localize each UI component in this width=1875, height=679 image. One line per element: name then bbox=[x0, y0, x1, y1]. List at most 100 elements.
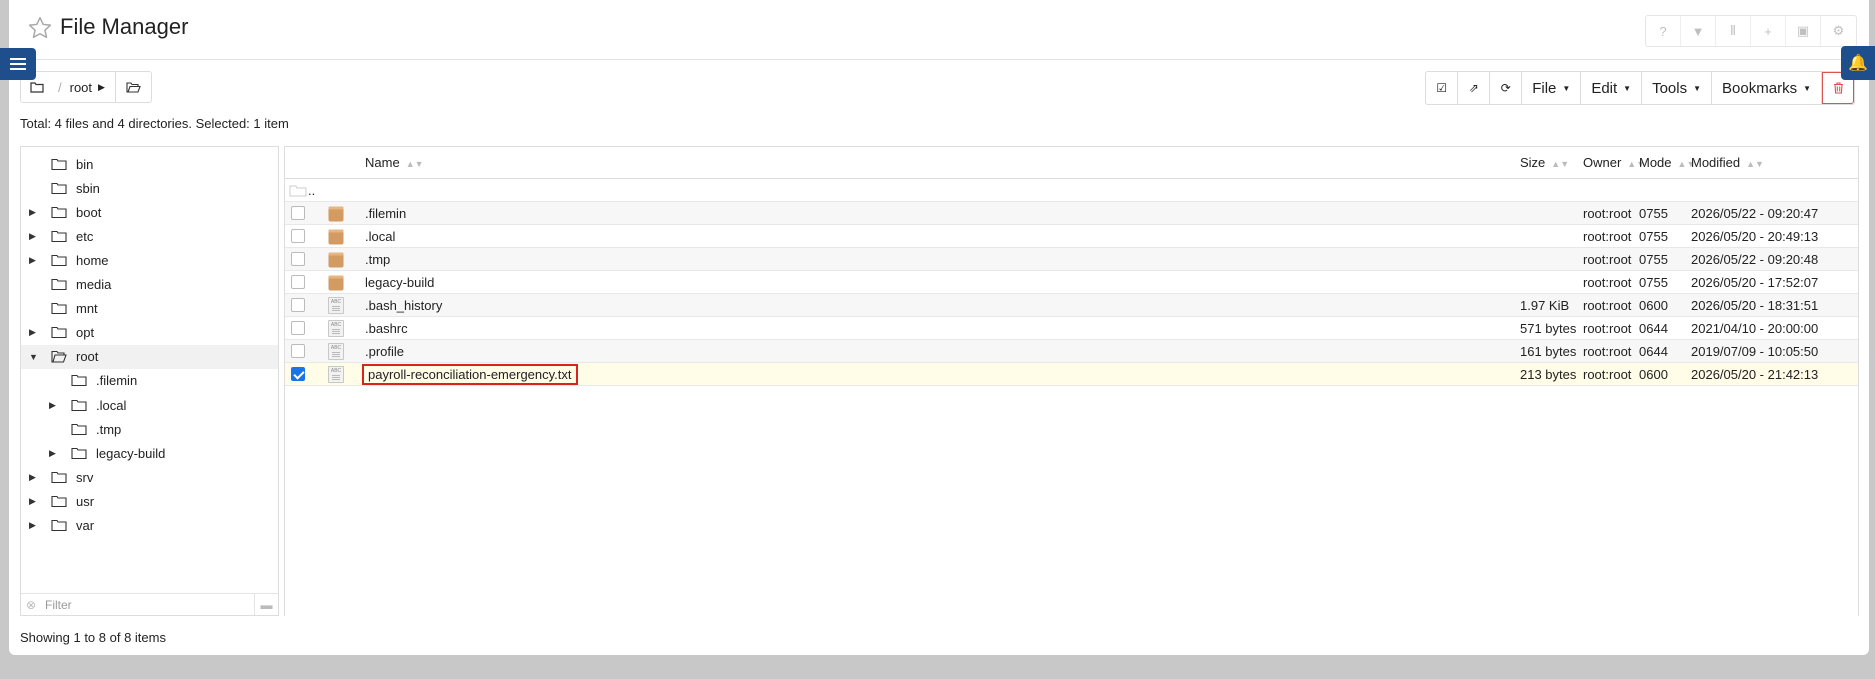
row-checkbox[interactable] bbox=[291, 229, 305, 243]
caret-down-icon[interactable]: ▼ bbox=[29, 352, 39, 362]
column-name-label: Name bbox=[365, 155, 400, 170]
filter-icon[interactable]: ▼ bbox=[1681, 16, 1716, 46]
column-header-name[interactable]: Name ▲▼ bbox=[365, 155, 424, 170]
caret-right-icon[interactable]: ▶ bbox=[29, 207, 39, 218]
table-row[interactable]: .local root:root 0755 2026/05/20 - 20:49:13 bbox=[285, 225, 1858, 248]
sidebar-toggle-button[interactable] bbox=[0, 48, 36, 80]
tree-item-label: .local bbox=[96, 397, 127, 413]
table-row[interactable]: ABC payroll-reconciliation-emergency.txt 2… bbox=[285, 363, 1858, 386]
tree-item-etc[interactable]: ▶ etc bbox=[21, 224, 278, 248]
caret-right-icon[interactable]: ▶ bbox=[29, 496, 39, 507]
row-checkbox[interactable] bbox=[291, 252, 305, 266]
folder-icon bbox=[51, 303, 67, 315]
row-checkbox[interactable] bbox=[291, 367, 305, 381]
breadcrumb-root[interactable]: root bbox=[66, 80, 98, 95]
folder-icon bbox=[51, 519, 67, 532]
help-icon[interactable]: ? bbox=[1646, 16, 1681, 46]
parent-directory-row[interactable]: .. bbox=[285, 179, 1858, 202]
file-mode: 0644 bbox=[1639, 321, 1668, 336]
tree-item-label: root bbox=[76, 349, 99, 365]
file-table: Name ▲▼ Size ▲▼ Owner ▲▼ Mode ▲▼ Modified ▲▼ … bbox=[284, 146, 1859, 616]
tree-item-label: etc bbox=[76, 228, 94, 244]
tree-item-opt[interactable]: ▶ opt bbox=[21, 321, 278, 345]
file-name[interactable]: payroll-reconciliation-emergency.txt bbox=[362, 364, 578, 385]
caret-right-icon[interactable]: ▶ bbox=[29, 520, 39, 531]
sort-icon: ▲▼ bbox=[405, 159, 424, 169]
tree-item-bin[interactable]: bin bbox=[21, 152, 278, 176]
star-icon[interactable] bbox=[27, 15, 53, 41]
file-name[interactable]: .tmp bbox=[365, 252, 390, 267]
filter-input[interactable]: Filter bbox=[41, 598, 254, 612]
folder-icon bbox=[51, 158, 67, 170]
column-header-modified[interactable]: Modified ▲▼ bbox=[1691, 155, 1764, 170]
sort-icon: ▲▼ bbox=[1746, 159, 1764, 169]
bookmarks-menu-button[interactable]: Bookmarks ▼ bbox=[1712, 72, 1822, 104]
row-checkbox[interactable] bbox=[291, 321, 305, 335]
file-owner: root:root bbox=[1583, 321, 1632, 336]
filter-folder-icon[interactable]: ▬ bbox=[254, 594, 278, 615]
file-mode: 0600 bbox=[1639, 367, 1668, 382]
tree-item-filemin[interactable]: .filemin bbox=[21, 369, 278, 393]
row-checkbox[interactable] bbox=[291, 298, 305, 312]
column-header-owner[interactable]: Owner ▲▼ bbox=[1583, 155, 1645, 170]
file-name[interactable]: legacy-build bbox=[365, 275, 434, 290]
edit-menu-button[interactable]: Edit ▼ bbox=[1581, 72, 1643, 104]
chevron-down-icon: ▼ bbox=[1803, 83, 1811, 93]
caret-right-icon[interactable]: ▶ bbox=[29, 327, 39, 338]
open-folder-icon[interactable] bbox=[114, 72, 151, 102]
column-header-mode[interactable]: Mode ▲▼ bbox=[1639, 155, 1695, 170]
row-checkbox[interactable] bbox=[291, 275, 305, 289]
notifications-bell-icon[interactable]: 🔔 bbox=[1841, 46, 1875, 80]
file-name[interactable]: .profile bbox=[365, 344, 404, 359]
tree-item-srv[interactable]: ▶ srv bbox=[21, 465, 278, 489]
toolbar: ☑ ⇗ ⟳ File ▼ Edit ▼ Tools ▼ Bookmarks ▼ bbox=[1425, 71, 1855, 105]
file-owner: root:root bbox=[1583, 206, 1632, 221]
tree-item-sbin[interactable]: sbin bbox=[21, 176, 278, 200]
columns-icon[interactable]: ⦀ bbox=[1716, 16, 1751, 46]
share-button[interactable]: ⇗ bbox=[1458, 72, 1491, 104]
column-header-size[interactable]: Size ▲▼ bbox=[1520, 155, 1569, 170]
folder-icon bbox=[71, 375, 87, 387]
tree-item-home[interactable]: ▶ home bbox=[21, 248, 278, 272]
refresh-button[interactable]: ⟳ bbox=[1490, 72, 1523, 104]
row-checkbox[interactable] bbox=[291, 206, 305, 220]
table-row[interactable]: .filemin root:root 0755 2026/05/22 - 09:20:… bbox=[285, 202, 1858, 225]
file-menu-button[interactable]: File ▼ bbox=[1522, 72, 1582, 104]
tree-item-label: srv bbox=[76, 469, 94, 485]
table-row[interactable]: legacy-build root:root 0755 2026/05/20 - 17… bbox=[285, 271, 1858, 294]
edit-menu-label: Edit bbox=[1591, 79, 1618, 97]
table-row[interactable]: ABC .bash_history 1.97 KiB root:root 0600 202… bbox=[285, 294, 1858, 317]
gear-icon[interactable]: ⚙ bbox=[1821, 16, 1856, 46]
file-name[interactable]: .bash_history bbox=[365, 298, 442, 313]
table-row[interactable]: .tmp root:root 0755 2026/05/22 - 09:20:48 bbox=[285, 248, 1858, 271]
text-file-icon: ABC bbox=[328, 320, 344, 337]
caret-right-icon[interactable]: ▶ bbox=[29, 472, 39, 483]
plus-icon[interactable]: + bbox=[1751, 16, 1786, 46]
tree-item-root[interactable]: ▼ root bbox=[21, 344, 278, 369]
row-checkbox[interactable] bbox=[291, 344, 305, 358]
tree-item-local[interactable]: ▶ .local bbox=[21, 393, 278, 417]
tree-item-boot[interactable]: ▶ boot bbox=[21, 200, 278, 224]
caret-right-icon[interactable]: ▶ bbox=[29, 255, 39, 266]
tree-item-label: .tmp bbox=[96, 421, 122, 437]
tree-item-label: boot bbox=[76, 204, 102, 220]
tree-item-mnt[interactable]: mnt bbox=[21, 297, 278, 321]
caret-right-icon[interactable]: ▶ bbox=[49, 400, 59, 411]
tree-item-var[interactable]: ▶ var bbox=[21, 514, 278, 538]
table-row[interactable]: ABC .bashrc 571 bytes root:root 0644 2021/04/… bbox=[285, 317, 1858, 340]
column-modified-label: Modified bbox=[1691, 155, 1741, 170]
caret-right-icon[interactable]: ▶ bbox=[29, 231, 39, 242]
caret-right-icon[interactable]: ▶ bbox=[49, 448, 59, 459]
clear-filter-icon[interactable]: ⊗ bbox=[21, 598, 41, 612]
file-name[interactable]: .bashrc bbox=[365, 321, 408, 336]
file-name[interactable]: .filemin bbox=[365, 206, 406, 221]
tree-item-tmp[interactable]: .tmp bbox=[21, 417, 278, 441]
tree-item-media[interactable]: media bbox=[21, 273, 278, 297]
terminal-icon[interactable]: ▣ bbox=[1786, 16, 1821, 46]
table-row[interactable]: ABC .profile 161 bytes root:root 0644 2019/07… bbox=[285, 340, 1858, 363]
tree-item-usr[interactable]: ▶ usr bbox=[21, 489, 278, 513]
tree-item-legacy-build[interactable]: ▶ legacy-build bbox=[21, 441, 278, 465]
file-name[interactable]: .local bbox=[365, 229, 395, 244]
tools-menu-button[interactable]: Tools ▼ bbox=[1642, 72, 1713, 104]
select-all-button[interactable]: ☑ bbox=[1426, 72, 1459, 104]
